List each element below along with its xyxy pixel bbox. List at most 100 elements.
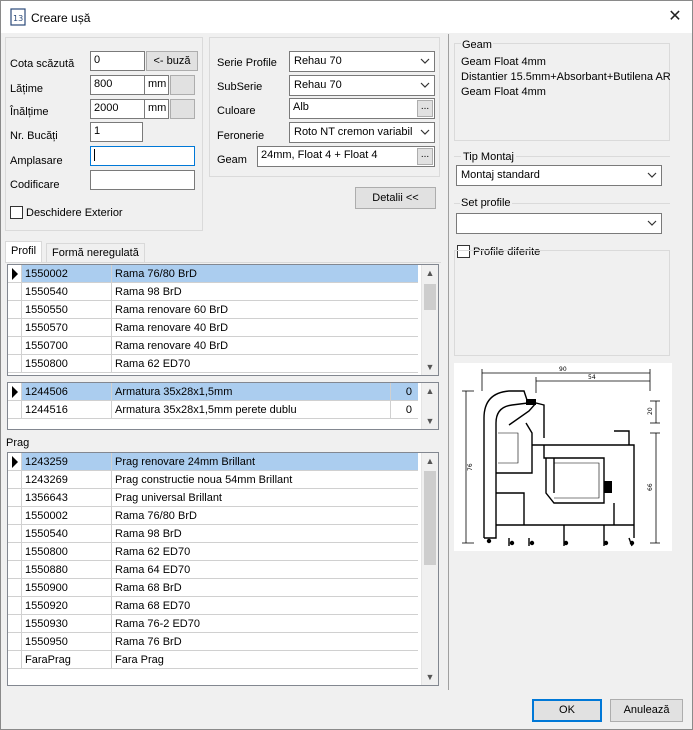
cell-name[interactable]: Rama renovare 40 BrD (112, 337, 418, 355)
profil-row[interactable]: 1550002 Rama 76/80 BrD (8, 265, 438, 283)
amplasare-input[interactable] (90, 146, 195, 166)
geam-input[interactable]: 24mm, Float 4 + Float 4 (257, 146, 435, 167)
inaltime-side-button[interactable] (170, 99, 195, 119)
row-indicator[interactable] (8, 283, 22, 301)
row-indicator[interactable] (8, 265, 22, 283)
set-profile-select[interactable] (456, 213, 662, 234)
detalii-button[interactable]: Detalii << (355, 187, 436, 209)
row-indicator[interactable] (8, 301, 22, 319)
serie-profile-select[interactable]: Rehau 70 (289, 51, 435, 72)
cota-input[interactable]: 0 (90, 51, 145, 71)
prag-row[interactable]: 1550920 Rama 68 ED70 (8, 597, 438, 615)
tab-profil[interactable]: Profil (5, 241, 43, 262)
prag-row[interactable]: FaraPrag Fara Prag (8, 651, 438, 669)
armatura-scrollbar[interactable]: ▲ ▼ (421, 383, 438, 429)
profil-row[interactable]: 1550540 Rama 98 BrD (8, 283, 438, 301)
cell-code[interactable]: 1244516 (22, 401, 112, 419)
latime-side-button[interactable] (170, 75, 195, 95)
cell-name[interactable]: Armatura 35x28x1,5mm (112, 383, 390, 401)
row-indicator[interactable] (8, 561, 22, 579)
profil-grid[interactable]: 1550002 Rama 76/80 BrD 1550540 Rama 98 BrD 1… (7, 264, 439, 376)
ok-button[interactable]: OK (532, 699, 602, 722)
cell-name[interactable]: Rama 64 ED70 (112, 561, 418, 579)
cell-code[interactable]: 1550920 (22, 597, 112, 615)
codificare-input[interactable] (90, 170, 195, 190)
prag-row[interactable]: 1550002 Rama 76/80 BrD (8, 507, 438, 525)
cell-code[interactable]: 1550880 (22, 561, 112, 579)
cell-code[interactable]: 1244506 (22, 383, 112, 401)
cell-code[interactable]: 1550800 (22, 355, 112, 373)
cell-code[interactable]: 1550540 (22, 283, 112, 301)
geam-browse-button[interactable]: ... (417, 148, 433, 165)
tab-forma-neregulata[interactable]: Formă neregulată (46, 243, 145, 263)
cell-name[interactable]: Rama 76 BrD (112, 633, 418, 651)
cell-code[interactable]: 1550540 (22, 525, 112, 543)
cell-name[interactable]: Prag universal Brillant (112, 489, 418, 507)
cancel-button[interactable]: Anulează (610, 699, 683, 722)
scroll-up-icon[interactable]: ▲ (422, 383, 438, 399)
cell-qty[interactable]: 0 (390, 383, 418, 401)
armatura-grid[interactable]: 1244506 Armatura 35x28x1,5mm 0 1244516 Armat… (7, 382, 439, 430)
profil-row[interactable]: 1550570 Rama renovare 40 BrD (8, 319, 438, 337)
scroll-up-icon[interactable]: ▲ (422, 265, 438, 281)
buza-button[interactable]: <- buză (146, 51, 198, 71)
deschidere-exterior-checkbox[interactable] (10, 206, 23, 219)
profil-scrollbar[interactable]: ▲ ▼ (421, 265, 438, 375)
row-indicator[interactable] (8, 651, 22, 669)
prag-row[interactable]: 1550950 Rama 76 BrD (8, 633, 438, 651)
row-indicator[interactable] (8, 471, 22, 489)
cell-name[interactable]: Prag constructie noua 54mm Brillant (112, 471, 418, 489)
culoare-browse-button[interactable]: ... (417, 100, 433, 117)
prag-row[interactable]: 1356643 Prag universal Brillant (8, 489, 438, 507)
cell-code[interactable]: 1550800 (22, 543, 112, 561)
row-indicator[interactable] (8, 525, 22, 543)
row-indicator[interactable] (8, 401, 22, 419)
cell-code[interactable]: 1550700 (22, 337, 112, 355)
cell-name[interactable]: Rama 68 ED70 (112, 597, 418, 615)
cell-name[interactable]: Rama 76/80 BrD (112, 265, 418, 283)
row-indicator[interactable] (8, 615, 22, 633)
row-indicator[interactable] (8, 453, 22, 471)
prag-row[interactable]: 1550900 Rama 68 BrD (8, 579, 438, 597)
scroll-down-icon[interactable]: ▼ (422, 359, 438, 375)
close-icon[interactable]: ✕ (661, 7, 689, 29)
prag-row[interactable]: 1550930 Rama 76-2 ED70 (8, 615, 438, 633)
cell-code[interactable]: FaraPrag (22, 651, 112, 669)
cell-qty[interactable]: 0 (390, 401, 418, 419)
cell-name[interactable]: Rama renovare 60 BrD (112, 301, 418, 319)
culoare-input[interactable]: Alb (289, 98, 435, 119)
cell-code[interactable]: 1550930 (22, 615, 112, 633)
cell-code[interactable]: 1243269 (22, 471, 112, 489)
prag-row[interactable]: 1243269 Prag constructie noua 54mm Brilla… (8, 471, 438, 489)
profil-row[interactable]: 1550700 Rama renovare 40 BrD (8, 337, 438, 355)
profil-row[interactable]: 1550550 Rama renovare 60 BrD (8, 301, 438, 319)
row-indicator[interactable] (8, 319, 22, 337)
cell-name[interactable]: Rama 98 BrD (112, 283, 418, 301)
row-indicator[interactable] (8, 337, 22, 355)
bucati-input[interactable]: 1 (90, 122, 143, 142)
cell-name[interactable]: Rama 62 ED70 (112, 543, 418, 561)
prag-row[interactable]: 1243259 Prag renovare 24mm Brillant (8, 453, 438, 471)
cell-code[interactable]: 1550900 (22, 579, 112, 597)
armatura-row[interactable]: 1244516 Armatura 35x28x1,5mm perete dublu… (8, 401, 438, 419)
inaltime-input[interactable]: 2000 (90, 99, 145, 119)
row-indicator[interactable] (8, 633, 22, 651)
prag-grid[interactable]: 1243259 Prag renovare 24mm Brillant 124326… (7, 452, 439, 686)
prag-scrollbar[interactable]: ▲ ▼ (421, 453, 438, 685)
cell-name[interactable]: Rama renovare 40 BrD (112, 319, 418, 337)
row-indicator[interactable] (8, 543, 22, 561)
cell-code[interactable]: 1550002 (22, 507, 112, 525)
cell-code[interactable]: 1243259 (22, 453, 112, 471)
row-indicator[interactable] (8, 383, 22, 401)
cell-name[interactable]: Armatura 35x28x1,5mm perete dublu (112, 401, 390, 419)
prag-row[interactable]: 1550800 Rama 62 ED70 (8, 543, 438, 561)
scroll-thumb[interactable] (424, 284, 436, 310)
cell-code[interactable]: 1550570 (22, 319, 112, 337)
cell-code[interactable]: 1550550 (22, 301, 112, 319)
cell-name[interactable]: Rama 98 BrD (112, 525, 418, 543)
row-indicator[interactable] (8, 355, 22, 373)
scroll-down-icon[interactable]: ▼ (422, 669, 438, 685)
cell-name[interactable]: Fara Prag (112, 651, 418, 669)
cell-name[interactable]: Rama 62 ED70 (112, 355, 418, 373)
cell-name[interactable]: Rama 76-2 ED70 (112, 615, 418, 633)
